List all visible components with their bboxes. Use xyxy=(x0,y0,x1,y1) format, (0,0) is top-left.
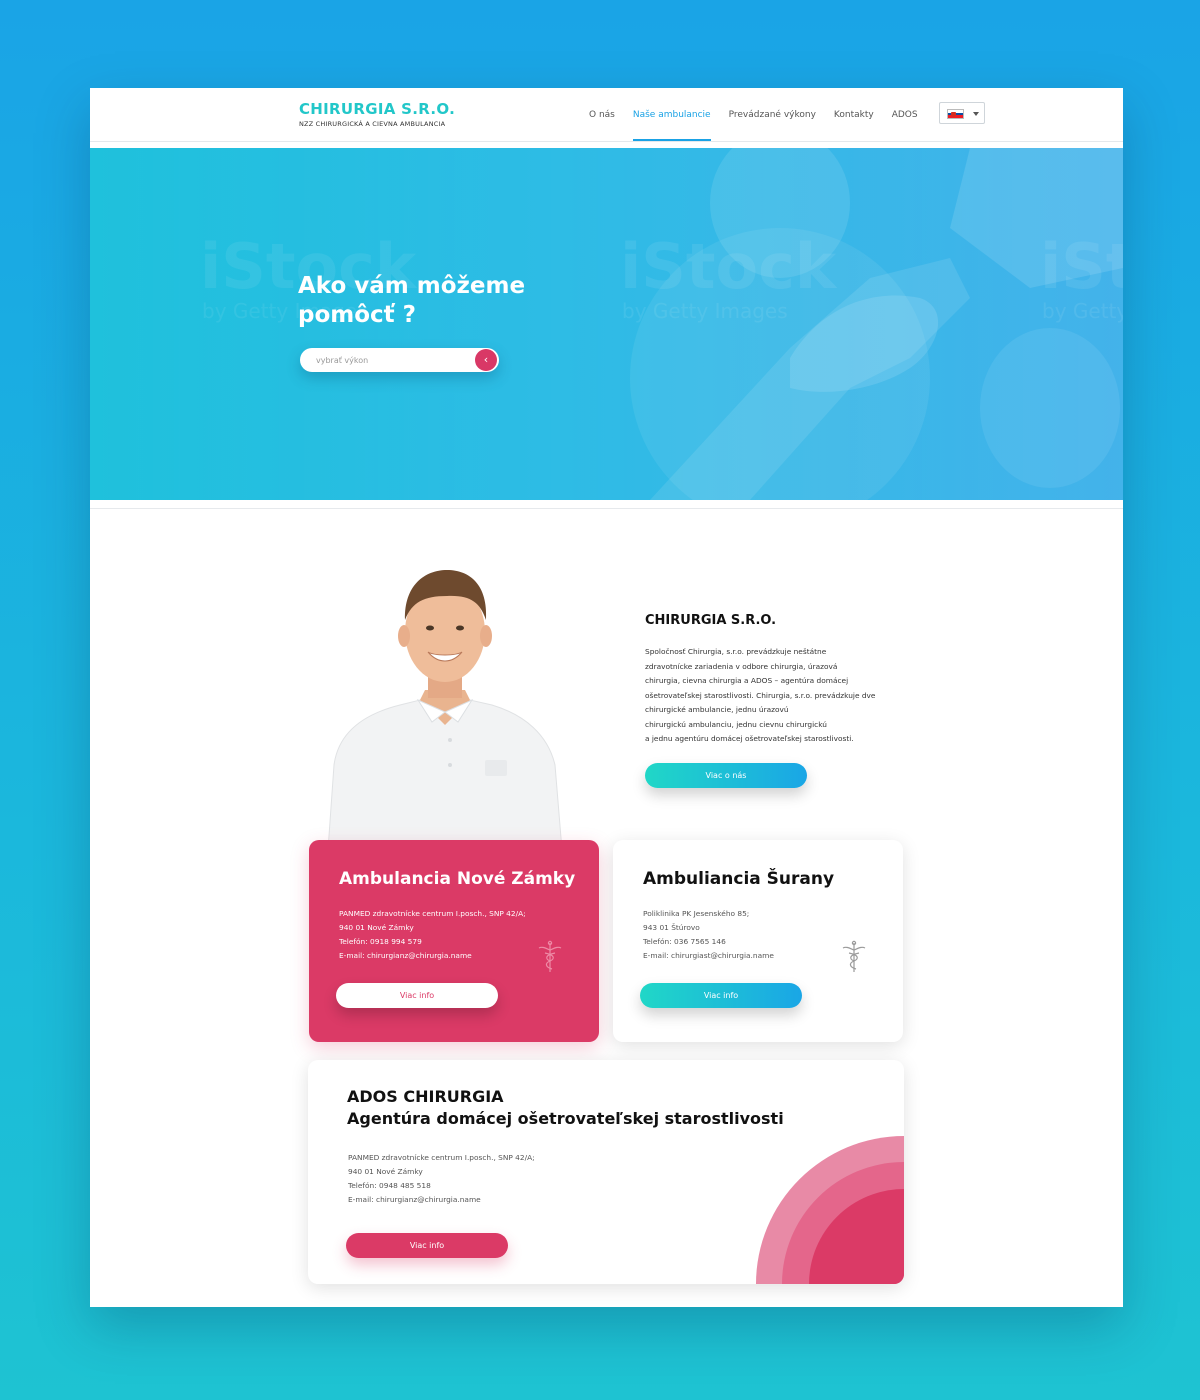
svg-text:iStock: iStock xyxy=(620,230,838,303)
card-city: 940 01 Nové Zámky xyxy=(339,923,414,932)
about-line: Spoločnosť Chirurgia, s.r.o. prevádzkuje… xyxy=(645,647,827,656)
procedure-search-input[interactable] xyxy=(316,348,466,372)
search-submit-button[interactable]: ‹ xyxy=(475,349,497,371)
browser-page: CHIRURGIA S.R.O. NZZ CHIRURGICKÁ A CIEVN… xyxy=(90,88,1123,1307)
more-about-us-button[interactable]: Viac o nás xyxy=(645,763,807,788)
logo-subtitle: NZZ CHIRURGICKÁ A CIEVNA AMBULANCIA xyxy=(299,120,446,128)
about-title: CHIRURGIA S.R.O. xyxy=(645,613,777,628)
doctor-photo xyxy=(327,570,563,850)
main-nav: O nás Naše ambulancie Prevádzané výkony … xyxy=(580,88,927,142)
about-line: chirurgia, cievna chirurgia a ADOS – age… xyxy=(645,676,849,685)
nav-item-nase-ambulancie[interactable]: Naše ambulancie xyxy=(624,88,720,142)
ados-title-line1: ADOS CHIRURGIA xyxy=(347,1087,504,1106)
ados-more-info-button[interactable]: Viac info xyxy=(346,1233,508,1258)
card-contact: PANMED zdravotnícke centrum I.posch., SN… xyxy=(339,907,526,963)
card-ambuliancia-surany: Ambuliancia Šurany Poliklinika PK Jesens… xyxy=(613,840,903,1042)
about-line: chirurgické ambulancie, jednu úrazovú xyxy=(645,705,789,714)
procedure-search: ‹ xyxy=(300,348,499,372)
card-ados-chirurgia: ADOS CHIRURGIA Agentúra domácej ošetrova… xyxy=(308,1060,904,1284)
card-address: PANMED zdravotnícke centrum I.posch., SN… xyxy=(339,909,526,918)
about-line: a jednu agentúru domácej ošetrovateľskej… xyxy=(645,734,854,743)
card-phone: Telefón: 0918 994 579 xyxy=(339,937,422,946)
card-ambulancia-nove-zamky: Ambulancia Nové Zámky PANMED zdravotníck… xyxy=(309,840,599,1042)
ados-title-line2: Agentúra domácej ošetrovateľskej starost… xyxy=(347,1109,784,1128)
about-paragraph: Spoločnosť Chirurgia, s.r.o. prevádzkuje… xyxy=(645,645,915,747)
card-title: Ambulancia Nové Zámky xyxy=(339,869,576,889)
decorative-circles xyxy=(756,1136,904,1284)
ados-phone: Telefón: 0948 485 518 xyxy=(348,1181,431,1190)
ados-email: E-mail: chirurgianz@chirurgia.name xyxy=(348,1195,481,1204)
about-line: ošetrovateľskej starostlivosti. Chirurgi… xyxy=(645,690,876,700)
card-more-info-button[interactable]: Viac info xyxy=(336,983,498,1008)
ados-city: 940 01 Nové Zámky xyxy=(348,1167,423,1176)
nav-item-prevadzane-vykony[interactable]: Prevádzané výkony xyxy=(720,88,825,142)
nav-item-ados[interactable]: ADOS xyxy=(883,88,927,142)
about-line: chirurgickú ambulanciu, jednu cievnu chi… xyxy=(645,719,827,729)
ados-address: PANMED zdravotnícke centrum I.posch., SN… xyxy=(348,1153,535,1162)
chevron-left-icon: ‹ xyxy=(483,353,489,366)
caduceus-icon xyxy=(538,940,562,972)
hero-banner: iStock by Getty Images iStock by Getty I… xyxy=(90,148,1123,500)
section-divider xyxy=(90,508,1123,509)
ados-contact: PANMED zdravotnícke centrum I.posch., SN… xyxy=(348,1151,535,1207)
chevron-down-icon xyxy=(973,112,979,116)
nav-item-o-nas[interactable]: O nás xyxy=(580,88,624,142)
card-city: 943 01 Štúrovo xyxy=(643,923,700,932)
logo[interactable]: CHIRURGIA S.R.O. NZZ CHIRURGICKÁ A CIEVN… xyxy=(299,100,455,128)
site-header: CHIRURGIA S.R.O. NZZ CHIRURGICKÁ A CIEVN… xyxy=(90,88,1123,142)
card-title: Ambuliancia Šurany xyxy=(643,869,835,889)
card-contact: Poliklinika PK Jesenského 85; 943 01 Štú… xyxy=(643,907,774,963)
card-email: E-mail: chirurgianz@chirurgia.name xyxy=(339,951,472,960)
card-more-info-button[interactable]: Viac info xyxy=(640,983,802,1008)
card-address: Poliklinika PK Jesenského 85; xyxy=(643,909,750,918)
svg-text:by Getty: by Getty xyxy=(1042,299,1123,323)
caduceus-icon xyxy=(842,940,866,972)
card-email: E-mail: chirurgiast@chirurgia.name xyxy=(643,951,774,960)
nav-item-kontakty[interactable]: Kontakty xyxy=(825,88,883,142)
ados-title: ADOS CHIRURGIA Agentúra domácej ošetrova… xyxy=(347,1086,784,1130)
slovak-flag-icon xyxy=(947,109,964,119)
svg-text:by Getty Images: by Getty Images xyxy=(622,299,788,323)
handshake-photo: iStock by Getty Images iStock by Getty I… xyxy=(90,148,1123,500)
hero-title: Ako vám môžeme pomôcť ? xyxy=(298,273,526,328)
about-line: zdravotnícke zariadenia v odbore chirurg… xyxy=(645,661,838,671)
language-select[interactable] xyxy=(939,102,985,124)
logo-title: CHIRURGIA S.R.O. xyxy=(299,100,456,118)
svg-text:iSt: iSt xyxy=(1040,230,1123,303)
card-phone: Telefón: 036 7565 146 xyxy=(643,937,726,946)
